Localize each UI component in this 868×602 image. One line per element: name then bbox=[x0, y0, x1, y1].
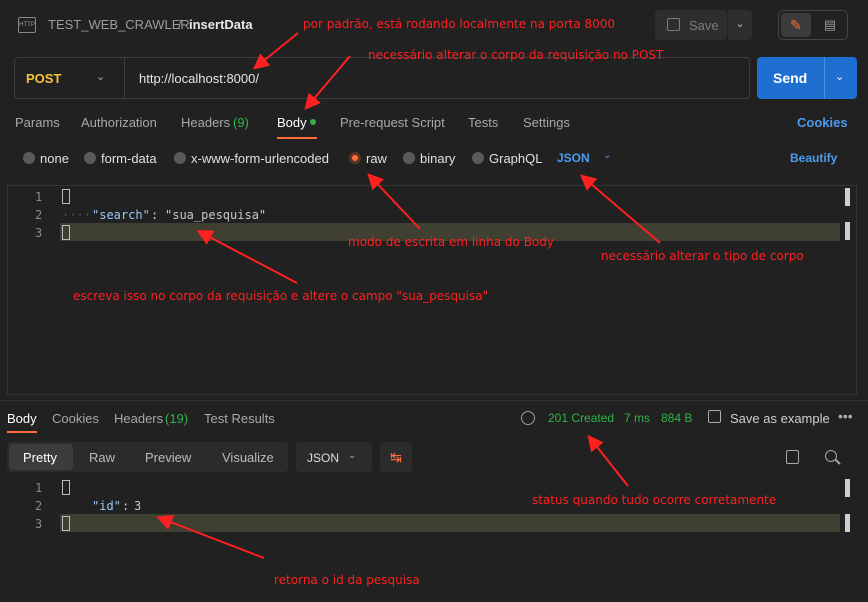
annotation-port: por padrão, está rodando localmente na p… bbox=[303, 17, 616, 31]
annotation-post-body: necessário alterar o corpo da requisição… bbox=[368, 48, 664, 62]
annotation-body-type: necessário alterar o tipo de corpo bbox=[601, 249, 804, 263]
annotation-status-ok: status quando tudo ocorre corretamente bbox=[532, 493, 777, 507]
annotation-returns-id: retorna o id da pesquisa bbox=[274, 573, 420, 587]
annotation-raw-mode: modo de escrita em linha do Body bbox=[348, 235, 554, 249]
annotation-write-body: escreva isso no corpo da requisição e al… bbox=[73, 289, 489, 303]
